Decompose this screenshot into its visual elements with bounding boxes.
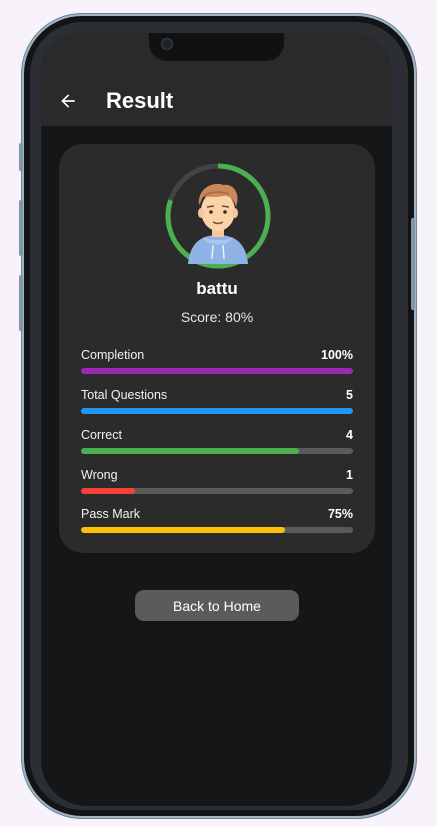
stat-correct: Correct 4 <box>81 428 353 458</box>
progress-track <box>81 488 353 494</box>
stat-value: 4 <box>346 428 353 442</box>
volume-down-button <box>19 275 23 331</box>
progress-track <box>81 368 353 374</box>
stat-total-questions: Total Questions 5 <box>81 388 353 418</box>
stat-value: 5 <box>346 388 353 402</box>
stat-completion: Completion 100% <box>81 348 353 378</box>
progress-track <box>81 527 353 533</box>
stat-value: 100% <box>321 348 353 362</box>
camera-notch <box>149 33 284 61</box>
progress-track <box>81 408 353 414</box>
user-avatar-icon <box>172 170 264 264</box>
back-to-home-button[interactable]: Back to Home <box>135 590 299 621</box>
user-name: battu <box>196 279 238 298</box>
power-button <box>411 218 415 310</box>
volume-up-button <box>19 200 23 256</box>
camera-icon <box>161 38 173 50</box>
app-screen: Result battu Score: 80% Completion 100% … <box>41 33 392 806</box>
progress-track <box>81 448 353 454</box>
silent-switch <box>19 143 23 171</box>
stat-wrong: Wrong 1 <box>81 468 353 498</box>
progress-fill <box>81 368 353 374</box>
progress-fill <box>81 527 285 533</box>
stat-label: Total Questions <box>81 388 168 402</box>
progress-fill <box>81 408 353 414</box>
arrow-left-icon[interactable] <box>57 91 79 111</box>
result-card: battu Score: 80% Completion 100% Total Q… <box>59 144 375 553</box>
stat-label: Completion <box>81 348 145 362</box>
progress-fill <box>81 488 136 494</box>
page-title: Result <box>106 88 174 113</box>
score-ring <box>163 161 273 271</box>
stat-value: 75% <box>327 507 353 521</box>
stat-label: Wrong <box>81 468 118 482</box>
stat-pass-mark: Pass Mark 75% <box>81 507 353 537</box>
stat-label: Correct <box>81 428 122 442</box>
stat-value: 1 <box>346 468 353 482</box>
score-text: Score: 80% <box>180 309 254 325</box>
progress-fill <box>81 448 299 454</box>
stat-label: Pass Mark <box>81 507 141 521</box>
